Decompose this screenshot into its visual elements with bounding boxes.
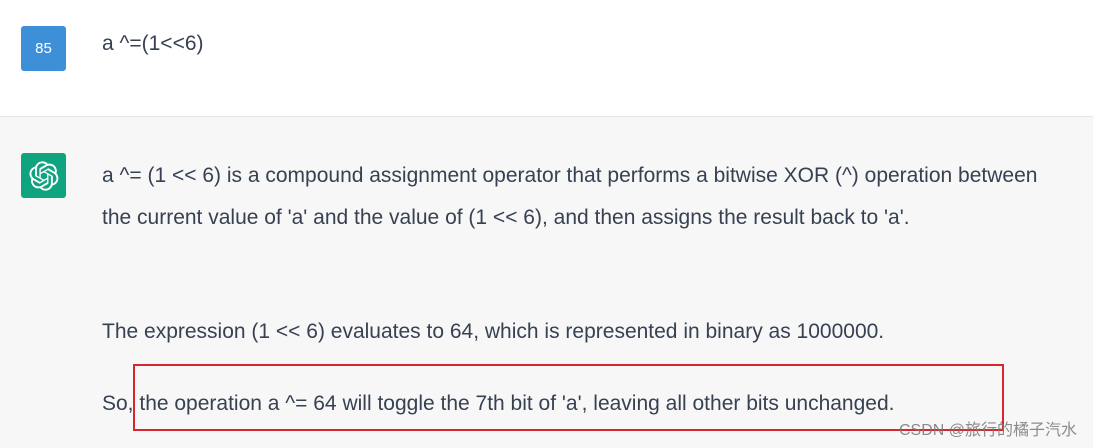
openai-logo-icon xyxy=(21,153,66,198)
user-message: 85 a ^=(1<<6) xyxy=(0,0,1093,117)
answer-paragraph-1: a ^= (1 << 6) is a compound assignment o… xyxy=(102,164,1038,229)
assistant-answer: a ^= (1 << 6) is a compound assignment o… xyxy=(102,155,1072,415)
user-avatar: 85 xyxy=(21,26,66,71)
answer-paragraph-2: The expression (1 << 6) evaluates to 64,… xyxy=(102,320,885,343)
user-message-text: a ^=(1<<6) xyxy=(102,32,204,55)
highlight-annotation-box xyxy=(133,364,1004,431)
watermark: CSDN @旅行的橘子汽水 xyxy=(898,422,1077,439)
